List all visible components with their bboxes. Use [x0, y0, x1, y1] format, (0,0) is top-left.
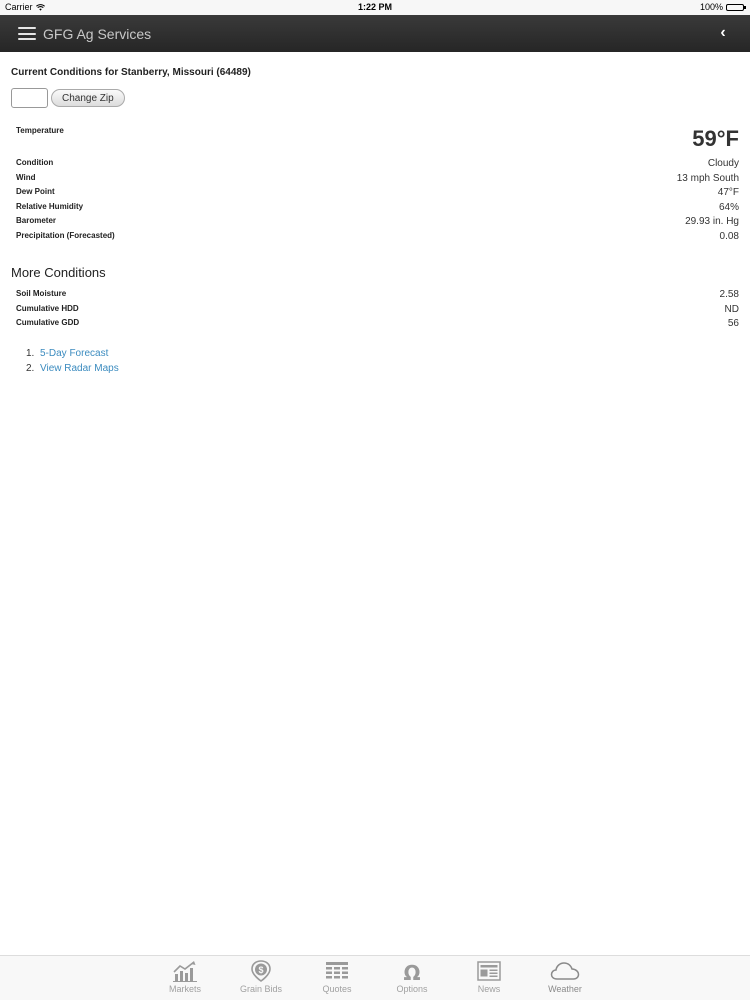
- wind-label: Wind: [16, 173, 36, 182]
- cumulative-hdd-value: ND: [724, 304, 739, 315]
- omega-icon: Ω: [403, 961, 420, 982]
- cumulative-gdd-label: Cumulative GDD: [16, 318, 80, 327]
- tab-bar: Markets $ Grain Bids Quotes Ω Options Ne…: [0, 955, 750, 1000]
- wind-row: Wind 13 mph South: [16, 173, 739, 187]
- tab-label: Markets: [168, 984, 201, 994]
- change-zip-button[interactable]: Change Zip: [51, 89, 125, 107]
- tab-quotes[interactable]: Quotes: [307, 960, 367, 1000]
- tab-label: Quotes: [322, 984, 352, 994]
- app-header: GFG Ag Services ‹: [0, 15, 750, 52]
- tab-label: Options: [396, 984, 428, 994]
- status-time: 1:22 PM: [357, 2, 392, 12]
- precipitation-row: Precipitation (Forecasted) 0.08: [16, 231, 739, 245]
- precipitation-label: Precipitation (Forecasted): [16, 231, 115, 240]
- precipitation-value: 0.08: [719, 231, 739, 242]
- relative-humidity-label: Relative Humidity: [16, 202, 84, 211]
- battery-percent: 100%: [699, 2, 723, 12]
- list-item: 1. 5-Day Forecast: [26, 346, 119, 361]
- soil-moisture-value: 2.58: [719, 289, 739, 300]
- temperature-value: 59°F: [692, 126, 739, 151]
- chart-icon: [173, 961, 197, 982]
- tab-weather[interactable]: Weather: [535, 960, 595, 1000]
- tab-news[interactable]: News: [459, 960, 519, 1000]
- tab-label: News: [477, 984, 501, 994]
- status-bar: Carrier 1:22 PM 100%: [0, 0, 750, 15]
- cumulative-hdd-label: Cumulative HDD: [16, 304, 79, 313]
- relative-humidity-value: 64%: [718, 202, 739, 213]
- cloud-icon: [550, 962, 580, 980]
- barometer-value: 29.93 in. Hg: [685, 216, 739, 227]
- dollar-badge-icon: $: [251, 960, 271, 982]
- view-radar-maps-link[interactable]: View Radar Maps: [40, 361, 119, 376]
- relative-humidity-row: Relative Humidity 64%: [16, 202, 739, 216]
- list-number: 2.: [26, 363, 35, 374]
- tab-grain-bids[interactable]: $ Grain Bids: [231, 960, 291, 1000]
- temperature-label: Temperature: [16, 126, 64, 135]
- newspaper-icon: [477, 961, 501, 981]
- svg-text:$: $: [258, 965, 263, 975]
- battery-indicator: 100%: [699, 2, 746, 12]
- links-list: 1. 5-Day Forecast 2. View Radar Maps: [26, 346, 119, 376]
- cumulative-gdd-row: Cumulative GDD 56: [16, 318, 739, 332]
- tab-label: Grain Bids: [239, 984, 283, 994]
- dew-point-label: Dew Point: [16, 187, 55, 196]
- cumulative-gdd-value: 56: [727, 318, 739, 329]
- zip-input[interactable]: [11, 88, 48, 108]
- grid-table-icon: [326, 962, 348, 979]
- dew-point-row: Dew Point 47°F: [16, 187, 739, 201]
- barometer-row: Barometer 29.93 in. Hg: [16, 216, 739, 230]
- dew-point-value: 47°F: [717, 187, 739, 198]
- soil-moisture-row: Soil Moisture 2.58: [16, 289, 739, 303]
- page-title: Current Conditions for Stanberry, Missou…: [11, 67, 251, 78]
- more-conditions-title: More Conditions: [11, 265, 106, 280]
- cumulative-hdd-row: Cumulative HDD ND: [16, 304, 739, 318]
- list-item: 2. View Radar Maps: [26, 361, 119, 376]
- app-title: GFG Ag Services: [43, 26, 152, 42]
- chevron-left-icon[interactable]: ‹: [716, 24, 730, 42]
- tab-options[interactable]: Ω Options: [382, 960, 442, 1000]
- five-day-forecast-link[interactable]: 5-Day Forecast: [40, 346, 108, 361]
- barometer-label: Barometer: [16, 216, 57, 225]
- svg-text:Ω: Ω: [403, 961, 420, 982]
- condition-row: Condition Cloudy: [16, 158, 739, 172]
- zip-row: Change Zip: [11, 88, 125, 108]
- condition-label: Condition: [16, 158, 54, 167]
- tab-markets[interactable]: Markets: [155, 960, 215, 1000]
- battery-icon: [726, 3, 746, 11]
- tab-label: Weather: [548, 984, 582, 994]
- condition-value: Cloudy: [707, 158, 739, 169]
- list-number: 1.: [26, 348, 35, 359]
- hamburger-menu-icon[interactable]: [18, 27, 36, 40]
- soil-moisture-label: Soil Moisture: [16, 289, 67, 298]
- temperature-row: Temperature: [16, 126, 739, 140]
- wind-value: 13 mph South: [676, 173, 739, 184]
